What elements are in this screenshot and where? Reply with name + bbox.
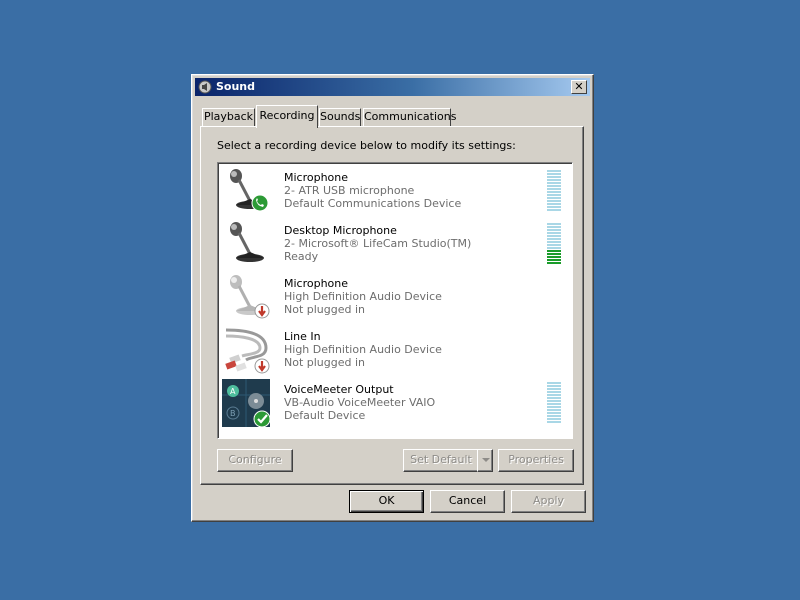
check-badge-icon [253,410,270,427]
tab-communications[interactable]: Communications [363,108,456,126]
meter-segment [547,403,561,405]
meter-segment [547,179,561,181]
level-meter [547,382,561,424]
meter-segment [547,388,561,390]
meter-segment [547,400,561,402]
window-title: Sound [216,80,256,93]
meter-segment [547,415,561,417]
microphone-icon [230,169,269,212]
apply-button[interactable]: Apply [511,490,586,513]
device-item[interactable]: Line In High Definition Audio Device Not… [220,324,570,376]
meter-segment [547,191,561,193]
device-item[interactable]: Microphone 2- ATR USB microphone Default… [220,165,570,217]
meter-segment [547,197,561,199]
meter-segment [547,256,561,258]
meter-segment [547,223,561,225]
microphone-icon [230,222,264,262]
line-in-cable-icon [225,328,270,374]
device-name: Microphone [284,171,349,184]
phone-badge-icon [251,194,269,212]
meter-segment [547,170,561,172]
meter-segment [547,244,561,246]
meter-segment [547,250,561,252]
unplugged-badge-icon [254,303,270,319]
title-bar[interactable]: Sound ✕ [195,78,590,96]
instruction-text: Select a recording device below to modif… [217,139,516,152]
meter-segment [547,247,561,249]
meter-segment [547,209,561,211]
close-button[interactable]: ✕ [571,80,587,94]
svg-text:A: A [230,387,236,396]
recording-panel: Select a recording device below to modif… [200,126,584,485]
meter-segment [547,394,561,396]
cancel-button[interactable]: Cancel [430,490,505,513]
device-item[interactable]: Microphone High Definition Audio Device … [220,271,570,323]
meter-segment [547,238,561,240]
speaker-icon [198,80,212,94]
meter-segment [547,203,561,205]
meter-segment [547,185,561,187]
meter-segment [547,176,561,178]
voicemeeter-icon: A B [222,379,270,427]
properties-button[interactable]: Properties [498,449,574,472]
set-default-button[interactable]: Set Default [403,449,479,472]
meter-segment [547,173,561,175]
device-status: Default Communications Device [284,197,462,210]
device-status: Not plugged in [284,303,366,316]
meter-segment [547,406,561,408]
meter-segment [547,385,561,387]
meter-segment [547,235,561,237]
tab-recording[interactable]: Recording [256,105,318,128]
device-description: VB-Audio VoiceMeeter VAIO [284,396,436,409]
unplugged-badge-icon [254,358,270,374]
meter-segment [547,382,561,384]
configure-button[interactable]: Configure [217,449,293,472]
meter-segment [547,418,561,420]
svg-text:B: B [230,409,236,418]
device-name: Microphone [284,277,349,290]
meter-segment [547,182,561,184]
set-default-dropdown-icon[interactable] [477,449,493,472]
device-status: Default Device [284,409,366,422]
meter-segment [547,229,561,231]
ok-button[interactable]: OK [349,490,424,513]
meter-segment [547,412,561,414]
sound-dialog: Sound ✕ Playback Recording Sounds Commun… [191,74,594,522]
meter-segment [547,391,561,393]
meter-segment [547,226,561,228]
microphone-icon [230,275,270,319]
device-description: 2- ATR USB microphone [284,184,415,197]
meter-segment [547,188,561,190]
device-status: Not plugged in [284,356,366,369]
meter-segment [547,409,561,411]
device-list[interactable]: Microphone 2- ATR USB microphone Default… [217,162,573,439]
meter-segment [547,241,561,243]
device-name: Line In [284,330,321,343]
device-description: High Definition Audio Device [284,343,442,356]
meter-segment [547,262,561,264]
device-item[interactable]: A B VoiceMeeter Output VB-Audio VoiceMee… [220,377,570,429]
device-name: VoiceMeeter Output [284,383,394,396]
device-name: Desktop Microphone [284,224,397,237]
meter-segment [547,200,561,202]
device-status: Ready [284,250,319,263]
device-description: 2- Microsoft® LifeCam Studio(TM) [284,237,472,250]
device-item[interactable]: Desktop Microphone 2- Microsoft® LifeCam… [220,218,570,270]
level-meter [547,170,561,212]
meter-segment [547,421,561,423]
meter-segment [547,259,561,261]
meter-segment [547,397,561,399]
tab-sounds[interactable]: Sounds [319,108,361,126]
meter-segment [547,253,561,255]
meter-segment [547,194,561,196]
meter-segment [547,206,561,208]
level-meter [547,223,561,265]
device-description: High Definition Audio Device [284,290,442,303]
meter-segment [547,232,561,234]
tab-playback[interactable]: Playback [202,108,255,126]
